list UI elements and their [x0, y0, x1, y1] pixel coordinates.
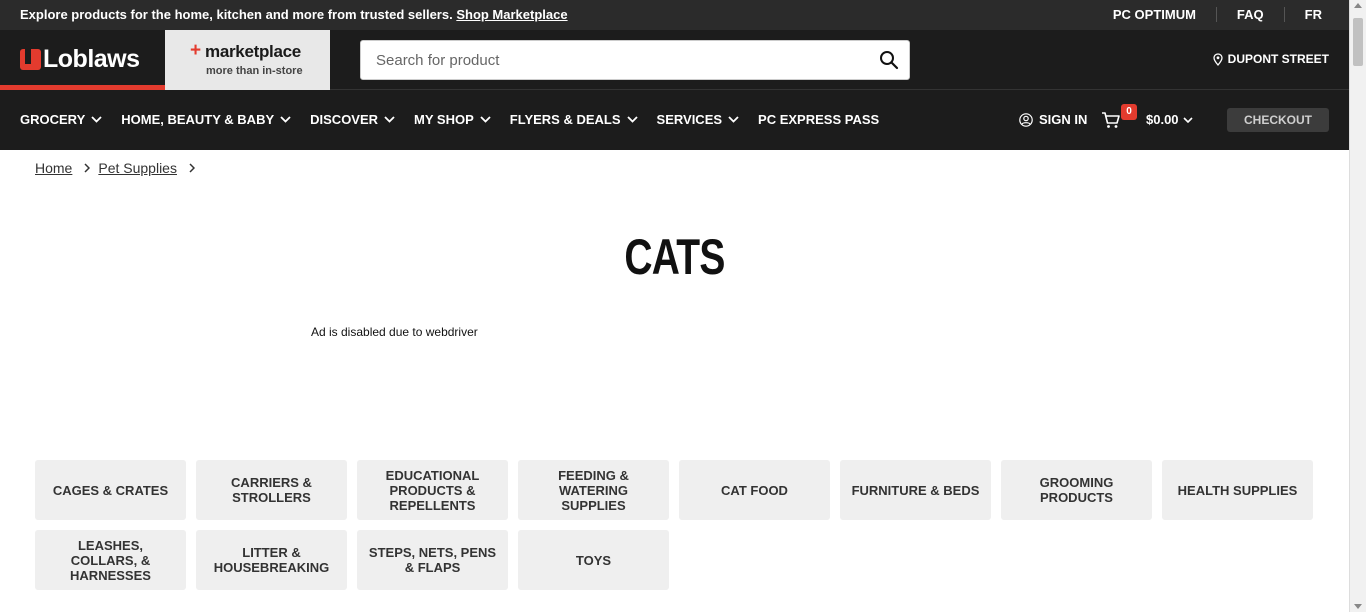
- store-name: DUPONT STREET: [1227, 52, 1329, 66]
- category-educational-products-repellents[interactable]: EDUCATIONAL PRODUCTS & REPELLENTS: [357, 460, 508, 520]
- search-input[interactable]: [361, 41, 861, 79]
- nav-item-label: PC EXPRESS PASS: [758, 112, 880, 127]
- nav-item-label: DISCOVER: [310, 112, 379, 127]
- store-selector[interactable]: DUPONT STREET: [1213, 52, 1329, 66]
- chevron-down-icon: [384, 116, 395, 123]
- utility-links: PC OPTIMUM FAQ FR: [1093, 7, 1322, 22]
- nav-flyers-deals[interactable]: FLYERS & DEALS: [510, 112, 638, 127]
- marketplace-title: marketplace: [205, 42, 301, 61]
- nav-my-shop[interactable]: MY SHOP: [414, 112, 491, 127]
- pc-optimum-link[interactable]: PC OPTIMUM: [1093, 7, 1216, 22]
- chevron-down-icon: [626, 116, 638, 123]
- scroll-thumb[interactable]: [1353, 18, 1363, 66]
- user-icon: [1019, 112, 1033, 127]
- category-grooming-products[interactable]: GROOMING PRODUCTS: [1001, 460, 1152, 520]
- breadcrumb: Home Pet Supplies: [35, 160, 203, 176]
- category-litter-housebreaking[interactable]: LITTER & HOUSEBREAKING: [196, 530, 347, 590]
- sign-in-button[interactable]: SIGN IN: [1019, 112, 1087, 127]
- scroll-up-arrow-icon[interactable]: [1354, 3, 1362, 8]
- nav-item-label: SERVICES: [656, 112, 723, 127]
- page-scrollbar[interactable]: [1349, 0, 1366, 612]
- scroll-down-arrow-icon[interactable]: [1354, 604, 1362, 609]
- category-furniture-beds[interactable]: FURNITURE & BEDS: [840, 460, 991, 520]
- search-icon[interactable]: [879, 50, 899, 70]
- category-cat-food[interactable]: CAT FOOD: [679, 460, 830, 520]
- search-box: [360, 40, 910, 80]
- checkout-button[interactable]: CHECKOUT: [1227, 108, 1329, 132]
- loblaws-logo-icon: [20, 49, 41, 70]
- logo-wordmark: Loblaws: [43, 45, 140, 73]
- faq-link[interactable]: FAQ: [1215, 7, 1284, 22]
- nav-item-label: MY SHOP: [414, 112, 474, 127]
- nav-item-label: GROCERY: [20, 112, 86, 127]
- category-cages-crates[interactable]: CAGES & CRATES: [35, 460, 186, 520]
- plus-icon: +: [190, 40, 202, 61]
- breadcrumb-pet-supplies[interactable]: Pet Supplies: [98, 160, 177, 176]
- cart-icon[interactable]: [1101, 110, 1121, 130]
- chevron-down-icon: [280, 116, 291, 123]
- shop-marketplace-link[interactable]: Shop Marketplace: [456, 7, 567, 22]
- promo-bar: Explore products for the home, kitchen a…: [0, 0, 1349, 30]
- chevron-right-icon: [189, 163, 195, 173]
- category-feeding-watering-supplies[interactable]: FEEDING & WATERING SUPPLIES: [518, 460, 669, 520]
- nav-grocery[interactable]: GROCERY: [20, 112, 102, 127]
- language-toggle-link[interactable]: FR: [1283, 7, 1322, 22]
- nav-menu: GROCERY HOME, BEAUTY & BABY DISCOVER MY …: [20, 112, 898, 127]
- category-carriers-strollers[interactable]: CARRIERS & STROLLERS: [196, 460, 347, 520]
- marketplace-subtitle: more than in-store: [206, 65, 303, 77]
- breadcrumb-home[interactable]: Home: [35, 160, 72, 176]
- loblaws-logo[interactable]: Loblaws: [0, 30, 165, 90]
- chevron-down-icon: [91, 116, 102, 123]
- category-steps-nets-pens-flaps[interactable]: STEPS, NETS, PENS & FLAPS: [357, 530, 508, 590]
- nav-item-label: HOME, BEAUTY & BABY: [121, 112, 275, 127]
- chevron-right-icon: [84, 163, 91, 173]
- nav-services[interactable]: SERVICES: [657, 112, 740, 127]
- category-toys[interactable]: TOYS: [518, 530, 669, 590]
- chevron-down-icon: [728, 116, 739, 123]
- promo-message: Explore products for the home, kitchen a…: [20, 7, 568, 22]
- category-health-supplies[interactable]: HEALTH SUPPLIES: [1162, 460, 1313, 520]
- nav-home-beauty-baby[interactable]: HOME, BEAUTY & BABY: [121, 112, 291, 127]
- nav-item-label: FLYERS & DEALS: [509, 112, 621, 127]
- main-nav: GROCERY HOME, BEAUTY & BABY DISCOVER MY …: [0, 90, 1349, 150]
- cart-total-dropdown[interactable]: $0.00: [1146, 112, 1193, 127]
- cart-count-badge: 0: [1121, 104, 1137, 120]
- nav-pc-express-pass[interactable]: PC EXPRESS PASS: [758, 112, 879, 127]
- category-leashes-collars-harnesses[interactable]: LEASHES, COLLARS, & HARNESSES: [35, 530, 186, 590]
- page-title: CATS: [624, 229, 725, 285]
- location-pin-icon: [1213, 52, 1223, 66]
- nav-discover[interactable]: DISCOVER: [310, 112, 395, 127]
- cart-total-value: $0.00: [1146, 112, 1179, 127]
- ad-disabled-notice: Ad is disabled due to webdriver: [311, 325, 478, 339]
- sign-in-label: SIGN IN: [1039, 112, 1088, 127]
- chevron-down-icon: [480, 116, 491, 123]
- marketplace-tab[interactable]: + marketplace more than in-store: [165, 30, 330, 90]
- site-header: Loblaws + marketplace more than in-store…: [0, 30, 1349, 90]
- promo-text: Explore products for the home, kitchen a…: [20, 7, 453, 22]
- chevron-down-icon: [1182, 116, 1193, 123]
